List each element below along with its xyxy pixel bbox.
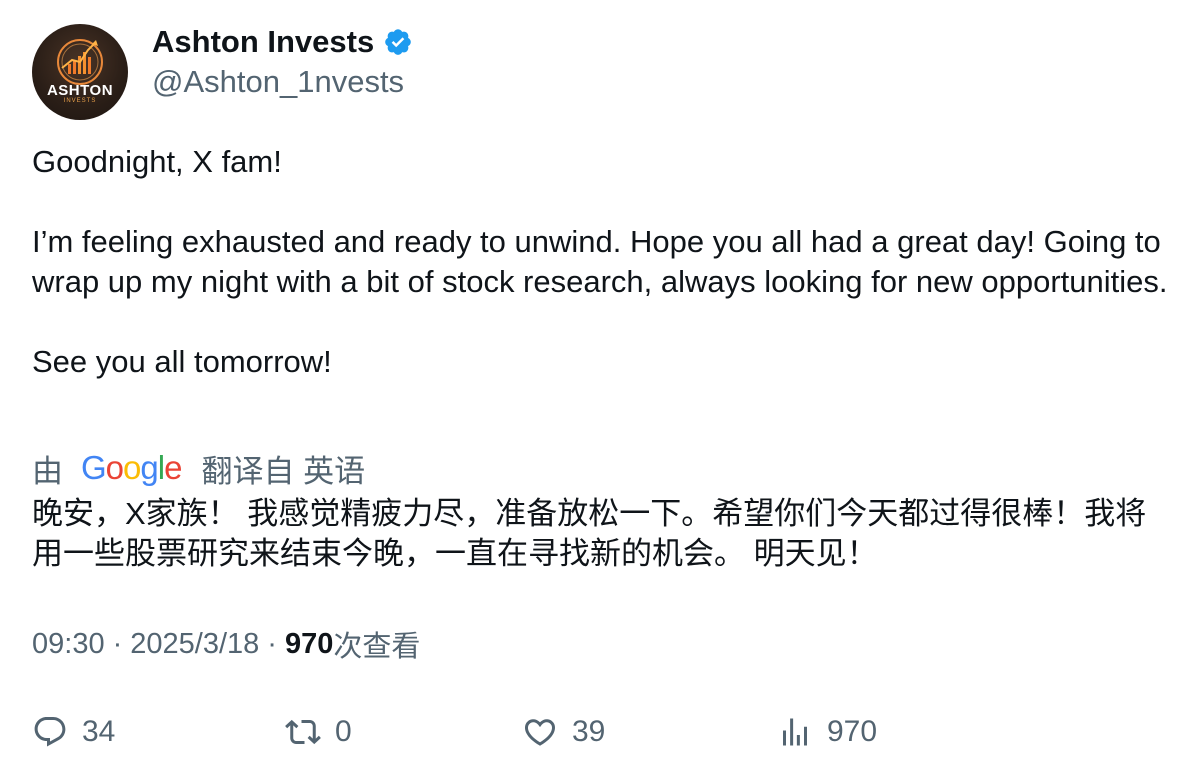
meta-separator: · — [112, 627, 123, 660]
action-bar: 34 0 39 970 — [32, 710, 1162, 754]
meta-separator: · — [267, 627, 277, 660]
google-logo: G o o g l e — [81, 449, 182, 487]
reply-button[interactable]: 34 — [32, 710, 115, 754]
tweet-line-greeting: Goodnight, X fam! — [32, 144, 282, 179]
reply-icon — [34, 717, 66, 747]
tweet-meta: 09:30 · 2025/3/18 · 970 次查看 — [32, 624, 420, 664]
translation-attribution[interactable]: 由 G o o g l e 翻译自 英语 — [32, 448, 366, 489]
tweet-date[interactable]: 2025/3/18 — [130, 628, 259, 661]
display-name[interactable]: Ashton Invests — [152, 24, 374, 60]
google-letter: g — [140, 449, 158, 486]
repost-button[interactable]: 0 — [285, 710, 352, 754]
avatar[interactable]: ASHTON INVESTS — [32, 24, 128, 120]
tweet-time[interactable]: 09:30 — [32, 628, 105, 661]
translation-prefix: 由 — [32, 453, 63, 489]
heart-icon — [524, 719, 556, 746]
verified-badge-icon[interactable] — [383, 27, 413, 57]
google-letter: e — [164, 449, 182, 486]
avatar-logo-subtext: INVESTS — [63, 98, 97, 104]
chart-logo-icon — [57, 39, 103, 85]
tweet-line-closing: See you all tomorrow! — [32, 344, 332, 379]
views-label[interactable]: 次查看 — [333, 623, 420, 665]
name-row: Ashton Invests — [152, 24, 413, 60]
tweet-line-main: I’m feeling exhausted and ready to unwin… — [32, 224, 1168, 299]
translated-text: 晚安，X家族！ 我感觉精疲力尽，准备放松一下。希望你们今天都过得很棒！我将用一些… — [32, 496, 1147, 571]
analytics-icon — [783, 718, 807, 746]
views-button[interactable]: 970 — [777, 710, 877, 754]
repost-icon — [285, 719, 321, 745]
tweet-header: ASHTON INVESTS Ashton Invests @Ashton_1n… — [32, 24, 1162, 120]
google-letter: o — [105, 449, 124, 486]
tweet-text: Goodnight, X fam! I’m feeling exhausted … — [32, 142, 1172, 382]
views-action-count: 970 — [827, 715, 878, 748]
author-handle[interactable]: @Ashton_1nvests — [152, 64, 404, 100]
views-count[interactable]: 970 — [285, 628, 333, 661]
like-count: 39 — [572, 715, 606, 748]
avatar-logo-text: ASHTON — [46, 82, 114, 99]
google-letter: o — [123, 449, 141, 486]
repost-count: 0 — [335, 715, 352, 748]
google-letter: G — [81, 449, 107, 486]
translation-suffix: 翻译自 英语 — [201, 453, 366, 489]
reply-count: 34 — [82, 715, 116, 748]
like-button[interactable]: 39 — [522, 710, 605, 754]
